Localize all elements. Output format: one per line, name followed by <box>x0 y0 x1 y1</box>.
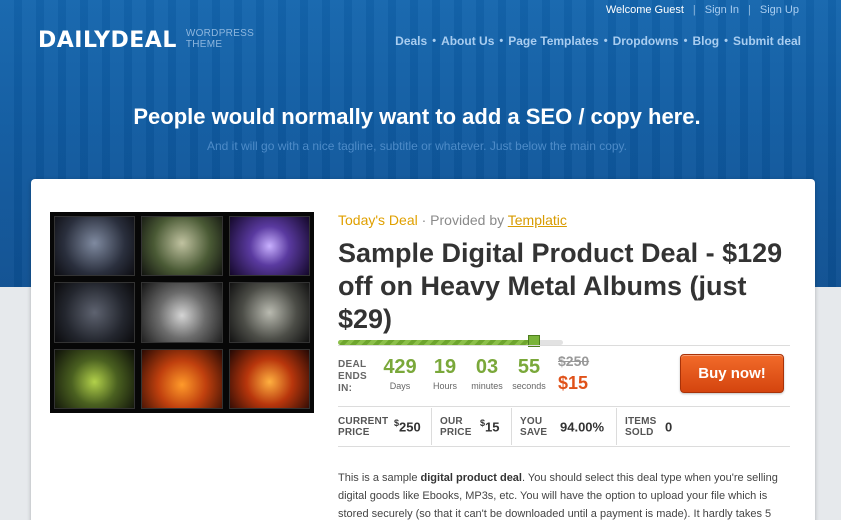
meta-separator: · <box>421 212 427 228</box>
divider <box>338 345 790 346</box>
logo-wordmark: DAILYDEAL <box>38 28 177 53</box>
stat-number: 15 <box>485 419 500 435</box>
original-price: $250 <box>558 353 590 369</box>
nav-item-dropdowns[interactable]: Dropdowns <box>613 34 679 48</box>
price-stats: CURRENT PRICE $250 OUR PRICE $15 YOU SAV… <box>338 408 790 445</box>
deal-title: Sample Digital Product Deal - $129 off o… <box>338 238 783 334</box>
divider <box>338 406 790 407</box>
album-cover <box>54 282 136 343</box>
countdown-value: 55 <box>517 356 541 378</box>
stat-label: ITEMS SOLD <box>625 415 657 438</box>
stat-label: OUR PRICE <box>440 415 472 438</box>
stat-number: 250 <box>399 419 421 435</box>
album-cover <box>54 348 136 409</box>
nav-item-deals[interactable]: Deals <box>395 34 427 48</box>
deal-meta: Today's Deal · Provided by Templatic <box>338 212 567 228</box>
nav-separator: • <box>499 35 504 47</box>
nav-item-about-us[interactable]: About Us <box>441 34 494 48</box>
hero-headline: People would normally want to add a SEO … <box>133 104 701 129</box>
nav-item-blog[interactable]: Blog <box>692 34 719 48</box>
description-text: This is a sample <box>338 472 421 484</box>
stat-number: 94.00% <box>560 419 605 435</box>
stat-value: $15 <box>480 418 499 434</box>
stat-our-price: OUR PRICE $15 <box>432 408 512 445</box>
separator: | <box>748 4 751 16</box>
stat-number: 0 <box>665 419 673 435</box>
hero-tagline: And it will go with a nice tagline, subt… <box>207 139 627 153</box>
user-bar: Welcome Guest | Sign In | Sign Up <box>606 4 799 16</box>
provided-by-label: Provided by <box>430 212 505 228</box>
countdown-seconds: 55 seconds <box>509 356 549 391</box>
divider <box>338 446 790 447</box>
stat-label: YOU SAVE <box>520 415 548 438</box>
album-cover <box>228 216 310 277</box>
album-cover <box>228 348 310 409</box>
album-cover <box>54 216 136 277</box>
stat-label: CURRENT PRICE <box>338 415 389 438</box>
nav-item-submit-deal[interactable]: Submit deal <box>733 34 801 48</box>
provider-link[interactable]: Templatic <box>508 212 567 228</box>
countdown-unit: seconds <box>512 381 546 391</box>
product-image <box>50 212 314 413</box>
countdown-value: 03 <box>475 356 499 378</box>
stat-current-price: CURRENT PRICE $250 <box>338 408 432 445</box>
nav-separator: • <box>432 35 437 47</box>
countdown-unit: minutes <box>471 381 503 391</box>
countdown-minutes: 03 minutes <box>468 356 506 391</box>
site-logo[interactable]: DAILYDEAL WORDPRESS THEME <box>38 28 261 53</box>
welcome-text: Welcome Guest <box>605 4 684 16</box>
stat-value: 0 <box>665 418 673 435</box>
nav-separator: • <box>603 35 608 47</box>
todays-deal-label: Today's Deal <box>338 212 418 228</box>
deal-ends-label: DEAL ENDS IN: <box>338 359 367 394</box>
stat-you-save: YOU SAVE 94.00% <box>512 408 617 445</box>
countdown-days: 429 Days <box>380 356 420 391</box>
main-nav: Deals • About Us • Page Templates • Drop… <box>395 34 801 48</box>
countdown-unit: Hours <box>432 381 457 391</box>
countdown-hours: 19 Hours <box>427 356 463 391</box>
nav-separator: • <box>724 35 728 47</box>
album-cover <box>141 282 223 343</box>
nav-separator: • <box>683 35 688 47</box>
sign-in-link[interactable]: Sign In <box>705 4 739 16</box>
album-cover <box>228 282 310 343</box>
countdown-value: 19 <box>433 356 457 378</box>
countdown-unit: Days <box>389 381 411 391</box>
separator: | <box>692 4 696 16</box>
countdown-value: 429 <box>383 356 417 378</box>
album-cover <box>141 216 223 277</box>
description-emphasis: digital product deal <box>420 472 522 484</box>
sign-up-link[interactable]: Sign Up <box>760 4 799 16</box>
deal-description: This is a sample digital product deal. Y… <box>338 469 778 520</box>
deal-price: $15 <box>558 373 589 393</box>
stat-value: 94.00% <box>560 418 605 435</box>
stat-value: $250 <box>394 418 421 434</box>
album-cover <box>141 348 223 409</box>
buy-now-button[interactable]: Buy now! <box>680 354 784 393</box>
deal-card: Today's Deal · Provided by Templatic Sam… <box>31 179 815 520</box>
nav-item-page-templates[interactable]: Page Templates <box>508 34 598 48</box>
stat-items-sold: ITEMS SOLD 0 <box>617 408 717 445</box>
logo-subtitle: WORDPRESS THEME <box>185 28 255 50</box>
